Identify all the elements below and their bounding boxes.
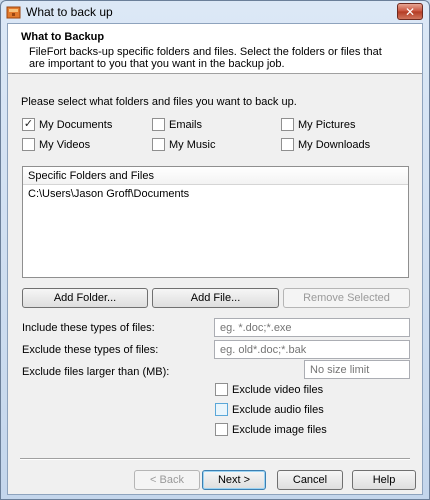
checkbox-label: My Downloads <box>298 138 371 151</box>
checkbox-icon[interactable] <box>215 423 228 436</box>
specific-files-list[interactable]: Specific Folders and Files C:\Users\Jaso… <box>22 166 409 278</box>
back-button[interactable]: < Back <box>134 470 200 490</box>
checkbox-my-music[interactable]: My Music <box>152 138 215 151</box>
header-title: What to Backup <box>21 31 105 43</box>
checkbox-icon[interactable] <box>152 118 165 131</box>
size-limit-input[interactable] <box>304 360 410 379</box>
remove-selected-button[interactable]: Remove Selected <box>283 288 410 308</box>
list-header: Specific Folders and Files <box>23 167 408 185</box>
checkbox-label: My Documents <box>39 118 113 131</box>
checkbox-my-downloads[interactable]: My Downloads <box>281 138 370 151</box>
checkbox-icon[interactable] <box>22 138 35 151</box>
checkbox-label: Exclude audio files <box>232 403 324 416</box>
check-mark-icon: ✓ <box>23 118 34 130</box>
checkbox-icon[interactable] <box>281 118 294 131</box>
checkbox-my-videos[interactable]: My Videos <box>22 138 90 151</box>
include-types-input[interactable] <box>214 318 410 337</box>
checkbox-icon[interactable] <box>281 138 294 151</box>
checkbox-label: Emails <box>169 118 203 131</box>
checkbox-my-pictures[interactable]: My Pictures <box>281 118 355 131</box>
checkbox-icon[interactable] <box>152 138 165 151</box>
wizard-client-area: What to Backup FileFort backs-up specifi… <box>7 23 423 495</box>
help-button[interactable]: Help <box>352 470 416 490</box>
exclude-types-label: Exclude these types of files: <box>22 344 159 356</box>
include-types-label: Include these types of files: <box>22 322 155 334</box>
exclude-types-input[interactable] <box>214 340 410 359</box>
list-item[interactable]: C:\Users\Jason Groff\Documents <box>23 185 408 203</box>
add-file-button[interactable]: Add File... <box>152 288 279 308</box>
checkbox-exclude-video[interactable]: Exclude video files <box>215 383 323 396</box>
checkbox-label: Exclude image files <box>232 423 327 436</box>
wizard-header: What to Backup FileFort backs-up specifi… <box>8 24 422 74</box>
selection-prompt: Please select what folders and files you… <box>21 96 297 108</box>
checkbox-label: Exclude video files <box>232 383 324 396</box>
dialog-window: What to back up ✕ What to Backup FileFor… <box>0 0 430 500</box>
checkbox-label: My Music <box>169 138 216 151</box>
cancel-button[interactable]: Cancel <box>277 470 343 490</box>
next-button[interactable]: Next > <box>202 470 266 490</box>
checkbox-exclude-image[interactable]: Exclude image files <box>215 423 327 436</box>
add-folder-button[interactable]: Add Folder... <box>22 288 148 308</box>
checkbox-icon[interactable] <box>215 383 228 396</box>
filefort-app-icon <box>6 6 21 19</box>
checkbox-icon[interactable] <box>215 403 228 416</box>
size-limit-label: Exclude files larger than (MB): <box>22 366 170 378</box>
checkbox-emails[interactable]: Emails <box>152 118 202 131</box>
title-bar[interactable]: What to back up ✕ <box>1 1 429 23</box>
window-title: What to back up <box>26 5 113 19</box>
close-icon: ✕ <box>404 4 416 19</box>
checkbox-label: My Videos <box>39 138 91 151</box>
checkbox-label: My Pictures <box>298 118 356 131</box>
close-button[interactable]: ✕ <box>397 3 423 20</box>
header-description: FileFort backs-up specific folders and f… <box>29 46 382 70</box>
checkbox-my-documents[interactable]: ✓ My Documents <box>22 118 112 131</box>
checkbox-icon[interactable]: ✓ <box>22 118 35 131</box>
checkbox-exclude-audio[interactable]: Exclude audio files <box>215 403 324 416</box>
footer-divider <box>20 458 410 460</box>
